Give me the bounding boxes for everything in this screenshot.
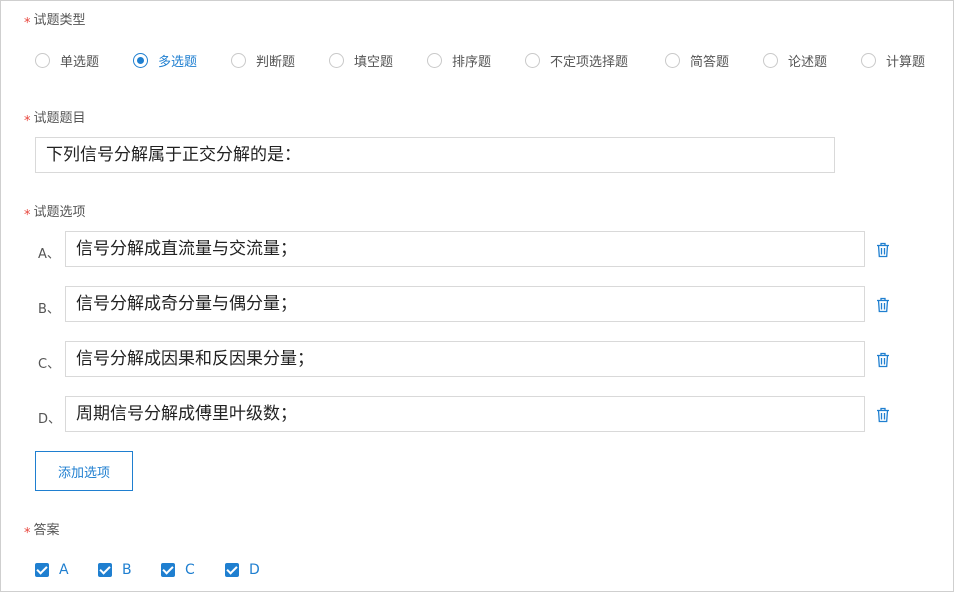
checkbox-checked-icon[interactable]	[35, 563, 49, 577]
radio-circle[interactable]	[427, 52, 442, 68]
option-input-a[interactable]: 信号分解成直流量与交流量；	[65, 231, 865, 267]
trash-icon[interactable]	[876, 242, 890, 258]
radio-circle[interactable]	[231, 52, 246, 68]
answer-checkbox-c[interactable]: C	[161, 561, 195, 579]
required-marker: *	[24, 526, 31, 541]
question-title-label: * 试题题目	[24, 111, 86, 129]
radio-fill-blank[interactable]: 填空题	[329, 50, 393, 70]
answer-checkbox-b[interactable]: B	[98, 561, 132, 579]
required-marker: *	[24, 16, 31, 31]
radio-circle[interactable]	[133, 52, 148, 68]
option-letter-d: D、	[38, 412, 62, 427]
add-option-button[interactable]: 添加选项	[35, 451, 133, 491]
option-input-b[interactable]: 信号分解成奇分量与偶分量；	[65, 286, 865, 322]
radio-short-answer[interactable]: 简答题	[665, 50, 729, 70]
radio-circle[interactable]	[35, 52, 50, 68]
radio-circle[interactable]	[861, 52, 876, 68]
trash-icon[interactable]	[876, 297, 890, 313]
radio-essay[interactable]: 论述题	[763, 50, 827, 70]
radio-single-choice[interactable]: 单选题	[35, 50, 99, 70]
answer-checkbox-d[interactable]: D	[225, 561, 260, 579]
option-letter-c: C、	[38, 357, 61, 372]
required-marker: *	[24, 114, 31, 129]
radio-circle[interactable]	[525, 52, 540, 68]
trash-icon[interactable]	[876, 407, 890, 423]
radio-circle[interactable]	[329, 52, 344, 68]
trash-icon[interactable]	[876, 352, 890, 368]
radio-true-false[interactable]: 判断题	[231, 50, 295, 70]
radio-ordering[interactable]: 排序题	[427, 50, 491, 70]
answer-label: * 答案	[24, 523, 60, 541]
radio-indefinite-choice[interactable]: 不定项选择题	[525, 50, 628, 70]
option-letter-a: A、	[38, 247, 60, 262]
radio-multiple-choice[interactable]: 多选题	[133, 50, 197, 70]
checkbox-checked-icon[interactable]	[161, 563, 175, 577]
checkbox-checked-icon[interactable]	[98, 563, 112, 577]
option-input-c[interactable]: 信号分解成因果和反因果分量；	[65, 341, 865, 377]
radio-circle[interactable]	[763, 52, 778, 68]
answer-checkbox-a[interactable]: A	[35, 561, 69, 579]
required-marker: *	[24, 208, 31, 223]
checkbox-checked-icon[interactable]	[225, 563, 239, 577]
option-letter-b: B、	[38, 302, 60, 317]
radio-calculation[interactable]: 计算题	[861, 50, 925, 70]
question-options-label: * 试题选项	[24, 205, 86, 223]
question-type-label: * 试题类型	[24, 13, 86, 31]
radio-circle[interactable]	[665, 52, 680, 68]
question-title-input[interactable]: 下列信号分解属于正交分解的是：	[35, 137, 835, 173]
option-input-d[interactable]: 周期信号分解成傅里叶级数；	[65, 396, 865, 432]
